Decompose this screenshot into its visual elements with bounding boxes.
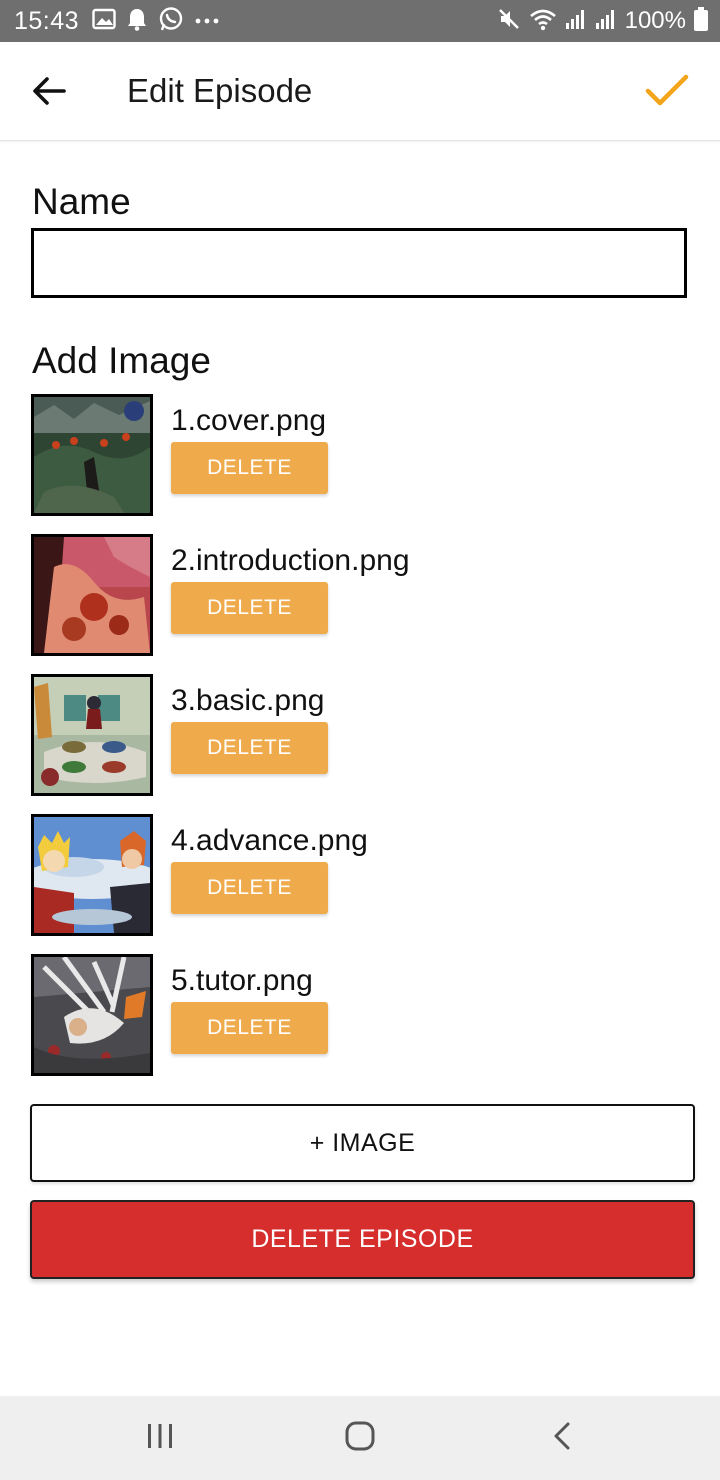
image-file-name: 1.cover.png [171,404,327,437]
image-thumbnail [31,814,153,936]
delete-image-button[interactable]: DELETE [171,722,328,774]
signal-icon [595,8,617,35]
image-file-name: 2.introduction.png [171,544,410,577]
signal-icon [565,8,587,35]
status-bar: 15:43 100% [0,0,720,42]
mute-icon [497,7,521,36]
delete-image-button[interactable]: DELETE [171,442,328,494]
delete-image-button[interactable]: DELETE [171,1002,328,1054]
battery-icon [694,6,708,36]
app-bar: Edit Episode [0,42,720,141]
add-image-label: Add Image [32,340,211,381]
list-item: 1.cover.png DELETE [31,394,691,534]
back-icon [552,1421,572,1456]
image-file-name: 3.basic.png [171,684,325,717]
image-thumbnail [31,954,153,1076]
image-list: 1.cover.png DELETE 2.introduction.png DE… [31,394,691,1094]
delete-image-button[interactable]: DELETE [171,582,328,634]
recent-apps-icon [146,1423,174,1454]
image-thumbnail [31,674,153,796]
home-icon [345,1421,375,1456]
status-left-icons [92,6,220,37]
page-title: Edit Episode [127,72,313,109]
arrow-left-icon [32,76,66,111]
list-item: 4.advance.png DELETE [31,814,691,954]
add-image-button[interactable]: + IMAGE [30,1104,695,1182]
save-button[interactable] [640,66,694,120]
name-label: Name [32,181,131,222]
delete-episode-button[interactable]: DELETE EPISODE [30,1200,695,1279]
image-thumbnail [31,534,153,656]
back-button[interactable] [24,68,74,118]
more-dots-icon [194,12,220,30]
status-time: 15:43 [14,7,80,35]
list-item: 3.basic.png DELETE [31,674,691,814]
list-item: 2.introduction.png DELETE [31,534,691,674]
image-file-name: 5.tutor.png [171,964,313,997]
wifi-icon [529,7,557,36]
status-right-icons: 100% [497,6,708,36]
image-file-name: 4.advance.png [171,824,368,857]
recent-apps-button[interactable] [130,1416,190,1460]
bell-icon [126,7,148,36]
name-field[interactable] [31,228,687,298]
whatsapp-icon [158,6,184,37]
delete-image-button[interactable]: DELETE [171,862,328,914]
home-button[interactable] [330,1416,390,1460]
navigation-bar [0,1396,720,1480]
battery-percent: 100% [624,7,686,34]
image-icon [92,8,116,35]
list-item: 5.tutor.png DELETE [31,954,691,1094]
checkmark-icon [645,74,689,113]
system-back-button[interactable] [532,1416,592,1460]
image-thumbnail [31,394,153,516]
